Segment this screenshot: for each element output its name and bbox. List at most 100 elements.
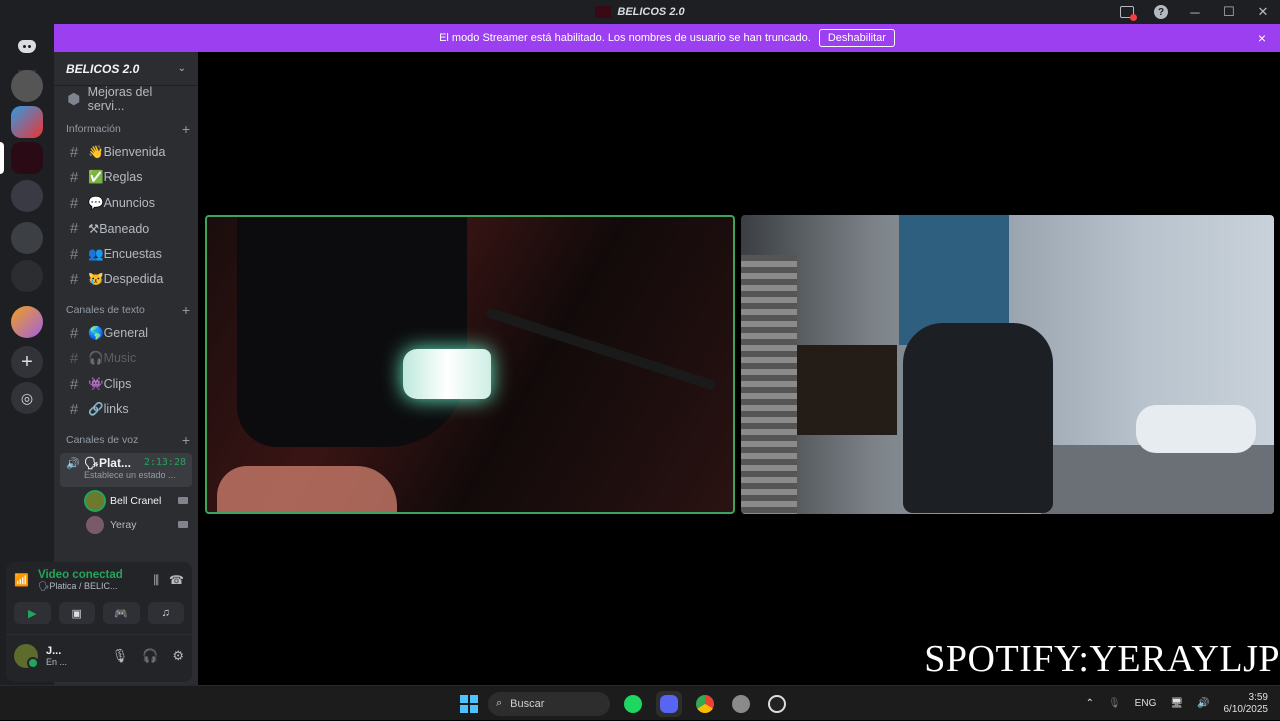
user-name: J... bbox=[46, 644, 62, 657]
camera-toggle-button[interactable]: ▶ bbox=[14, 602, 51, 624]
user-avatar[interactable] bbox=[14, 643, 39, 669]
voice-channel-status[interactable]: Establece un estado ... bbox=[84, 470, 186, 480]
disconnect-icon[interactable]: ☎ bbox=[169, 573, 184, 588]
channel-general[interactable]: # 🌎General bbox=[54, 321, 198, 347]
hash-icon: # bbox=[69, 194, 79, 212]
inbox-icon[interactable] bbox=[1110, 0, 1144, 24]
category-label: Canales de voz bbox=[66, 433, 139, 446]
maximize-icon[interactable]: ☐ bbox=[1212, 0, 1246, 24]
windows-taskbar: ⌕ Buscar ⌃ 🎙 ENG 🖥 🔊 3:59 6/10/2025 bbox=[0, 685, 1280, 720]
category-informacion[interactable]: Información + bbox=[54, 118, 198, 140]
server-folder-icon[interactable] bbox=[11, 180, 43, 212]
signal-icon[interactable]: 📶 bbox=[14, 573, 29, 587]
spotify-app-icon[interactable] bbox=[620, 691, 646, 717]
voice-user-name: Bell Cranel bbox=[110, 494, 162, 507]
search-icon: ⌕ bbox=[496, 697, 503, 709]
taskbar-clock[interactable]: 3:59 6/10/2025 bbox=[1224, 692, 1269, 716]
discord-app-icon[interactable] bbox=[656, 690, 682, 717]
channel-music[interactable]: # 🎧Music bbox=[54, 346, 198, 372]
noise-suppression-icon[interactable]: ⫼ bbox=[154, 573, 160, 588]
video-feed-person bbox=[237, 217, 467, 447]
hash-icon: # bbox=[69, 245, 79, 263]
banner-message: El modo Streamer está habilitado. Los no… bbox=[439, 32, 811, 44]
sidebar-item-boosts[interactable]: ⬢ Mejoras del servi... bbox=[54, 85, 198, 113]
network-icon[interactable]: 🖥 bbox=[1170, 698, 1183, 709]
video-feed-gaming-chair bbox=[903, 323, 1053, 513]
voice-location[interactable]: 🗣Platica / BELIC... bbox=[38, 581, 154, 592]
channel-anuncios[interactable]: # 💬Anuncios bbox=[54, 191, 198, 217]
channel-despedida[interactable]: # 😿Despedida bbox=[54, 267, 198, 293]
disable-streamer-button[interactable]: Deshabilitar bbox=[818, 29, 895, 47]
server-icon[interactable] bbox=[11, 260, 43, 292]
channel-baneado[interactable]: # ⚒Baneado bbox=[54, 216, 198, 242]
add-channel-icon[interactable]: + bbox=[182, 432, 190, 448]
hash-icon: # bbox=[69, 271, 79, 289]
channel-clips[interactable]: # 👾Clips bbox=[54, 372, 198, 398]
avatar bbox=[86, 515, 104, 534]
volume-icon[interactable]: 🔊 bbox=[1197, 698, 1209, 709]
screen-share-button[interactable]: ▣ bbox=[58, 602, 95, 624]
add-channel-icon[interactable]: + bbox=[182, 121, 190, 137]
chrome-app-icon[interactable] bbox=[692, 691, 718, 717]
server-icon-belicos[interactable] bbox=[11, 142, 43, 174]
add-channel-icon[interactable]: + bbox=[182, 302, 190, 318]
category-canales-texto[interactable]: Canales de texto + bbox=[54, 299, 198, 321]
add-server-icon[interactable]: + bbox=[11, 346, 43, 378]
channel-label: 💬Anuncios bbox=[88, 195, 155, 210]
activities-button[interactable]: 🎮 bbox=[103, 602, 140, 624]
video-stage: SPOTIFY:YERAYLJP bbox=[198, 52, 1280, 685]
gear-icon[interactable]: ⚙ bbox=[172, 648, 184, 664]
discord-home-icon[interactable] bbox=[11, 30, 43, 62]
shield-icon: ⬢ bbox=[67, 90, 81, 108]
channel-bienvenida[interactable]: # 👋Bienvenida bbox=[54, 140, 198, 166]
headphones-icon[interactable]: 🎧 bbox=[142, 648, 158, 664]
windows-start-icon[interactable] bbox=[460, 694, 478, 713]
microphone-icon[interactable]: 🎙 bbox=[1108, 698, 1121, 709]
minimize-icon[interactable]: ─ bbox=[1178, 0, 1212, 24]
category-canales-voz[interactable]: Canales de voz + bbox=[54, 429, 198, 451]
chevron-up-icon[interactable]: ⌃ bbox=[1086, 698, 1094, 709]
settings-app-icon[interactable] bbox=[728, 691, 754, 717]
hash-icon: # bbox=[69, 143, 79, 161]
microphone-icon[interactable]: 🎙 bbox=[112, 648, 129, 664]
obs-app-icon[interactable] bbox=[764, 691, 790, 717]
banner-close-icon[interactable]: × bbox=[1258, 30, 1266, 46]
language-indicator[interactable]: ENG bbox=[1135, 698, 1157, 709]
voice-user[interactable]: Yeray bbox=[54, 513, 198, 537]
voice-user[interactable]: Bell Cranel bbox=[54, 489, 198, 513]
window-titlebar: BELICOS 2.0 ? ─ ☐ ✕ bbox=[0, 0, 1280, 24]
voice-timer: 2:13:28 bbox=[143, 457, 186, 468]
channel-label: ⚒Baneado bbox=[88, 222, 150, 237]
video-feed-mic-arm bbox=[485, 307, 717, 391]
window-title: BELICOS 2.0 bbox=[595, 6, 685, 18]
soundboard-button[interactable]: ♫ bbox=[147, 602, 184, 624]
server-folder-icon[interactable] bbox=[11, 306, 43, 338]
help-icon[interactable]: ? bbox=[1144, 0, 1178, 24]
selected-pill bbox=[0, 142, 4, 174]
user-status: En ... bbox=[46, 656, 68, 667]
video-tile-speaking[interactable] bbox=[205, 215, 735, 514]
hash-icon: # bbox=[69, 375, 79, 393]
channel-label: 👥Encuestas bbox=[88, 246, 162, 261]
voice-channel-platica[interactable]: 🔊 🗣Plat... 2:13:28 Establece un estado ..… bbox=[60, 452, 192, 487]
taskbar-search[interactable]: ⌕ Buscar bbox=[488, 691, 610, 716]
channel-reglas[interactable]: # ✅Reglas bbox=[54, 165, 198, 191]
video-feed-pillow bbox=[1136, 405, 1256, 453]
channel-encuestas[interactable]: # 👥Encuestas bbox=[54, 242, 198, 268]
server-icon[interactable] bbox=[11, 106, 43, 138]
server-folder-icon[interactable] bbox=[11, 222, 43, 254]
chevron-down-icon: ⌄ bbox=[177, 63, 186, 74]
server-logo-icon bbox=[595, 6, 612, 18]
category-label: Información bbox=[66, 122, 121, 135]
channel-label: 🔗links bbox=[88, 402, 129, 417]
channel-label: ✅Reglas bbox=[88, 170, 143, 185]
close-icon[interactable]: ✕ bbox=[1246, 0, 1280, 24]
streamer-mode-banner: El modo Streamer está habilitado. Los no… bbox=[54, 24, 1280, 52]
hash-icon: # bbox=[69, 350, 79, 368]
server-icon[interactable] bbox=[11, 70, 43, 102]
channel-links[interactable]: # 🔗links bbox=[54, 397, 198, 423]
discover-icon[interactable]: ◎ bbox=[11, 382, 43, 414]
guild-header[interactable]: BELICOS 2.0 ⌄ bbox=[54, 52, 198, 86]
video-tile[interactable] bbox=[741, 215, 1274, 514]
voice-user-name: Yeray bbox=[110, 518, 137, 531]
